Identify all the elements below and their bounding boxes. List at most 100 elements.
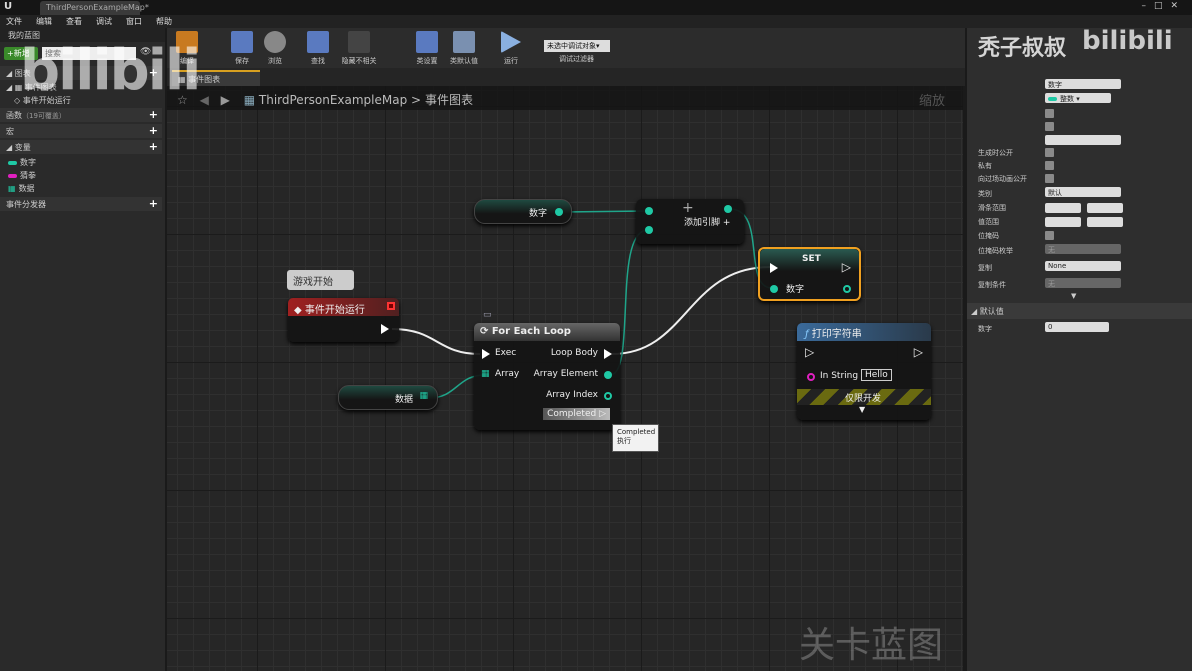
slider-max[interactable] [1087,203,1123,213]
delegate-pin[interactable] [387,302,395,310]
loop-body-pin[interactable] [604,349,612,359]
add-node[interactable]: + 添加引脚 + [636,199,744,244]
menu-debug[interactable]: 调试 [96,16,112,27]
tooltip-input[interactable] [1045,135,1121,145]
variable-item[interactable]: ▦ 数据 [8,183,35,194]
advanced-expand-icon[interactable]: ▼ [1071,292,1076,300]
exec-out-pin[interactable]: ▷ [842,260,851,274]
menu-view[interactable]: 查看 [66,16,82,27]
variable-item[interactable]: 猜拳 [8,170,36,181]
add-icon[interactable]: + [149,140,158,153]
add-icon[interactable]: + [149,108,158,121]
section-functions[interactable]: 函数（19可覆盖） + [0,108,162,122]
label: 宏 [6,127,14,136]
set-node[interactable]: SET ▷ 数字 [758,247,861,301]
unreal-logo-icon: U [4,1,13,12]
variable-name-input[interactable]: 数字 [1045,79,1121,89]
value-max[interactable] [1087,217,1123,227]
menu-file[interactable]: 文件 [6,16,22,27]
exec-wire [611,266,771,355]
array-type-icon: ▦ [8,184,16,193]
default-value-section[interactable]: ◢ 默认值 [967,303,1192,319]
input-pin-b[interactable] [645,226,653,234]
label: 猜拳 [20,171,36,180]
array-pin-icon[interactable]: ▦ [419,391,428,401]
play-button[interactable]: 运行 [491,31,531,66]
input-pin[interactable] [770,285,778,293]
gear-icon [416,31,438,53]
get-number-node[interactable]: 数字 [474,199,572,224]
debug-object-select[interactable]: 未选中调试对象▾ [544,40,610,52]
binoculars-icon [307,31,329,53]
find-button[interactable]: 查找 [298,31,338,66]
section-variables[interactable]: ◢ 变量 + [0,140,162,154]
comment-icon[interactable]: ▭ [483,310,492,320]
get-data-node[interactable]: 数据 ▦ [338,385,438,410]
details-panel: 数字 整数 ▾ 生成时公开 私有 向过场动画公开 类别 默认 滑条范围 值范围 位… [967,28,1192,671]
exec-in-pin[interactable] [770,263,778,273]
variable-item[interactable]: 数字 [8,157,36,168]
exec-out-pin[interactable] [381,324,389,334]
expose-on-spawn-checkbox[interactable] [1045,148,1054,157]
exec-in-pin[interactable] [482,349,490,359]
add-icon[interactable]: + [149,124,158,137]
category-select[interactable]: 默认 [1045,187,1121,197]
label: 数据 [18,184,35,193]
note: （19可覆盖） [22,112,66,120]
toolbar: 编译 保存 浏览 查找 隐藏不相关 类设置 类默认值 运行 未选中调试对象▾ 调… [167,28,965,68]
label: 函数 [6,111,22,120]
checkbox[interactable] [1045,109,1054,118]
bitmask-checkbox[interactable] [1045,231,1054,240]
completed-pin[interactable]: Completed ▷ [543,408,610,420]
add-pin-button[interactable]: 添加引脚 + [684,215,730,228]
class-settings-button[interactable]: 类设置 [407,31,447,66]
document-tab[interactable]: ThirdPersonExampleMap* [40,1,149,15]
menu-window[interactable]: 窗口 [126,16,142,27]
section-macros[interactable]: 宏 + [0,124,162,138]
magnifier-icon [264,31,286,53]
default-value-input[interactable]: 0 [1045,322,1109,332]
string-type-icon [8,173,17,178]
value-min[interactable] [1045,217,1081,227]
exec-in-pin[interactable]: ▷ [805,345,814,359]
expose-cinematics-checkbox[interactable] [1045,174,1054,183]
browse-button[interactable]: 浏览 [255,31,295,66]
array-pin-icon[interactable]: ▦ [481,369,490,379]
private-checkbox[interactable] [1045,161,1054,170]
window-controls[interactable]: –□✕ [1141,1,1186,11]
event-begin-play-node[interactable]: ◆ 事件开始运行 [288,298,399,342]
debug-filter-label: 调试过滤器 [559,55,594,63]
expand-icon[interactable]: ▼ [859,405,865,414]
hide-unrelated-button[interactable]: 隐藏不相关 [337,31,381,66]
bilibili-logo-right: bilibili [1082,26,1173,56]
print-string-node[interactable]: ƒ 打印字符串 ▷ ▷ In String Hello 仅限开发 ▼ [797,323,931,420]
section-dispatchers[interactable]: 事件分发器 + [0,197,162,211]
output-pin[interactable] [555,208,563,216]
graph-canvas[interactable]: ☆ ◀ ▶ ▦ ThirdPersonExampleMap > 事件图表 缩放 … [167,86,963,671]
comment-bubble[interactable]: 游戏开始 [287,270,354,290]
for-each-loop-node[interactable]: ⟳ For Each Loop Exec ▦ Array Loop Body Ar… [474,323,620,430]
play-icon [501,31,521,53]
output-pin[interactable] [843,285,851,293]
class-defaults-button[interactable]: 类默认值 [444,31,484,66]
string-pin[interactable] [807,373,815,381]
hide-unrelated-icon [348,31,370,53]
uploader-watermark: 秃子叔叔 [978,36,1067,61]
in-string-input[interactable]: Hello [861,369,892,381]
replication-select[interactable]: None [1045,261,1121,271]
exec-out-pin[interactable]: ▷ [914,345,923,359]
checkbox[interactable] [1045,122,1054,131]
my-blueprint-panel: 我的蓝图 +新增 👁 ◢ 图表+ ◢ ▦ 事件图表 ◇ 事件开始运行 函数（19… [0,28,165,671]
slider-min[interactable] [1045,203,1081,213]
input-pin-a[interactable] [645,207,653,215]
label: 变量 [14,143,31,152]
menu-help[interactable]: 帮助 [156,16,172,27]
bilibili-logo-left: bilibili [20,38,201,103]
add-icon[interactable]: + [149,197,158,210]
output-pin[interactable] [724,205,732,213]
title-bar: U ThirdPersonExampleMap* –□✕ [0,0,1192,15]
array-index-pin[interactable] [604,392,612,400]
variable-type-select[interactable]: 整数 ▾ [1045,93,1111,103]
menu-edit[interactable]: 编辑 [36,16,52,27]
array-element-pin[interactable] [604,371,612,379]
